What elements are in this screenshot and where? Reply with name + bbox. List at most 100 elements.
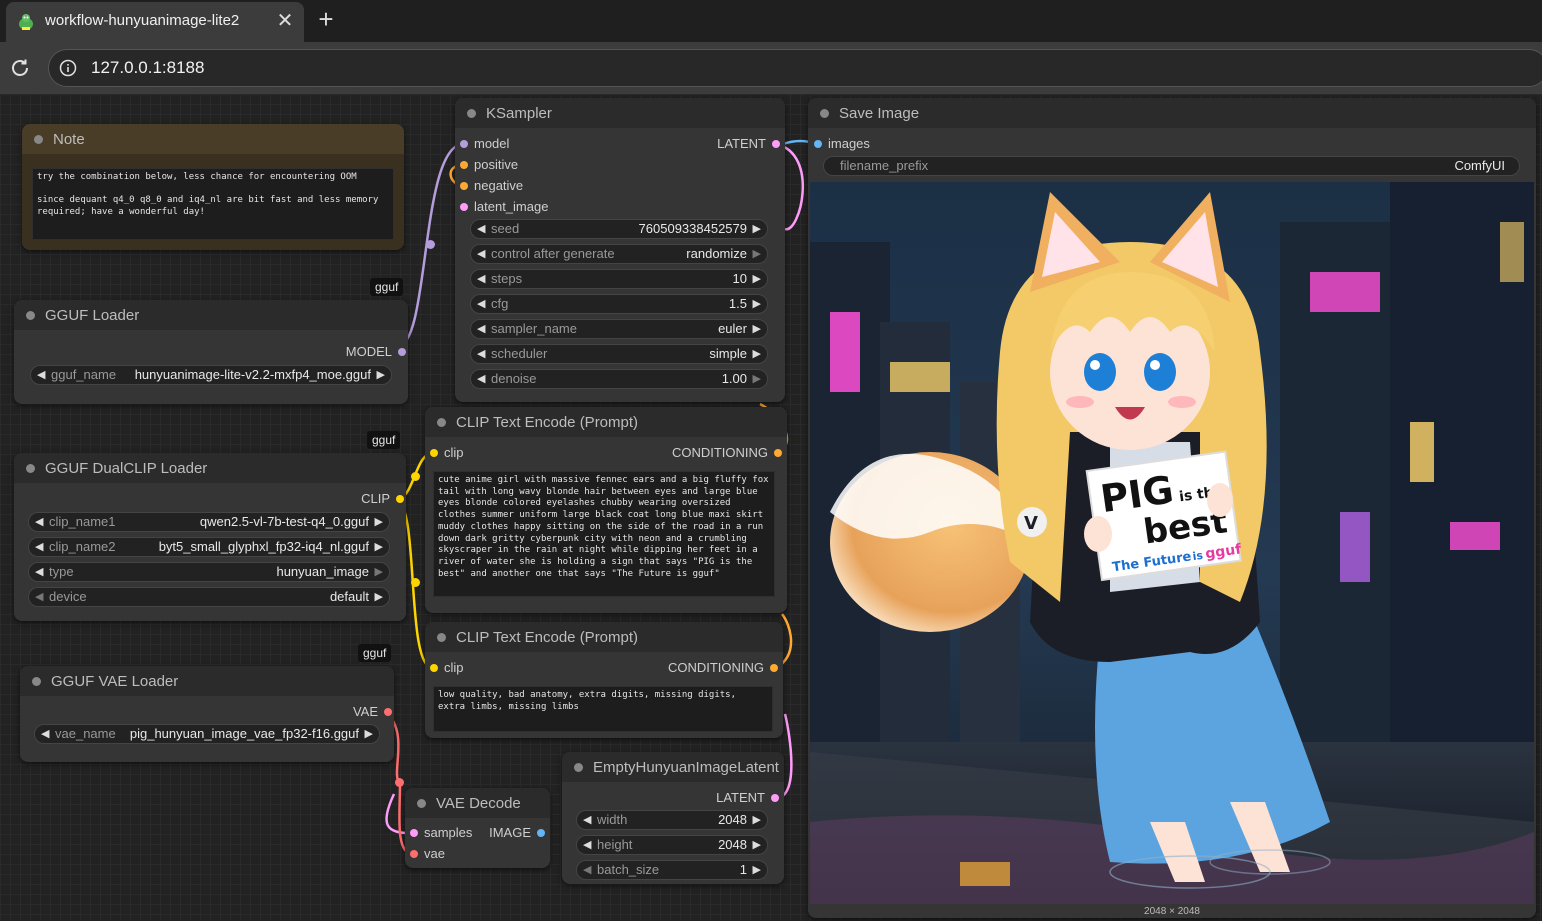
collapse-dot-icon[interactable] [437,418,446,427]
vae-decode-node[interactable]: VAE Decode samples vae IMAGE [405,788,550,868]
arrow-right-icon[interactable]: ▶ [375,513,383,531]
output-image[interactable]: IMAGE [489,825,545,841]
arrow-left-icon[interactable]: ◀ [35,563,43,581]
arrow-left-icon[interactable]: ◀ [41,725,49,743]
slot-dot-icon[interactable] [398,348,406,356]
clip-text-encode-negative-node[interactable]: CLIP Text Encode (Prompt) clip CONDITION… [425,622,783,738]
slot-dot-icon[interactable] [410,829,418,837]
save-image-node[interactable]: Save Image images filename_prefix ComfyU… [808,98,1536,918]
node-title-bar[interactable]: CLIP Text Encode (Prompt) [425,407,787,437]
node-title-bar[interactable]: GGUF DualCLIP Loader [14,453,406,483]
input-negative[interactable]: negative [460,178,523,194]
new-tab-button[interactable]: + [312,6,340,34]
reroute-vae-dot[interactable] [395,778,404,787]
reload-icon[interactable] [6,54,34,82]
slot-dot-icon[interactable] [384,708,392,716]
collapse-dot-icon[interactable] [34,135,43,144]
collapse-dot-icon[interactable] [26,464,35,473]
output-vae[interactable]: VAE [353,704,392,720]
number-steps[interactable]: ◀ steps 10 ▶ [470,269,768,289]
note-node[interactable]: Note try the combination below, less cha… [22,124,404,250]
site-info-icon[interactable] [59,59,77,77]
arrow-left-icon[interactable]: ◀ [35,588,43,606]
arrow-left-icon[interactable]: ◀ [477,295,485,313]
slot-dot-icon[interactable] [410,850,418,858]
slot-dot-icon[interactable] [460,140,468,148]
collapse-dot-icon[interactable] [820,109,829,118]
combo-sampler-name[interactable]: ◀ sampler_name euler ▶ [470,319,768,339]
arrow-left-icon[interactable]: ◀ [477,220,485,238]
node-title-bar[interactable]: Save Image [808,98,1536,128]
slot-dot-icon[interactable] [814,140,822,148]
arrow-left-icon[interactable]: ◀ [583,811,591,829]
combo-clip-name1[interactable]: ◀ clip_name1 qwen2.5-vl-7b-test-q4_0.ggu… [28,512,390,532]
number-height[interactable]: ◀ height 2048 ▶ [576,835,768,855]
generated-image-preview[interactable]: PIG is the best The Future is gguf V [810,182,1534,904]
output-model[interactable]: MODEL [346,344,406,360]
arrow-left-icon[interactable]: ◀ [583,861,591,879]
arrow-right-icon[interactable]: ▶ [375,588,383,606]
combo-device[interactable]: ◀ device default ▶ [28,587,390,607]
slot-dot-icon[interactable] [460,182,468,190]
arrow-right-icon[interactable]: ▶ [753,320,761,338]
gguf-loader-node[interactable]: GGUF Loader MODEL ◀ gguf_name hunyuanima… [14,300,408,404]
input-latent-image[interactable]: latent_image [460,199,548,215]
combo-type[interactable]: ◀ type hunyuan_image ▶ [28,562,390,582]
collapse-dot-icon[interactable] [574,763,583,772]
input-samples[interactable]: samples [410,825,472,841]
graph-canvas[interactable]: Note try the combination below, less cha… [0,94,1542,921]
collapse-dot-icon[interactable] [26,311,35,320]
input-clip[interactable]: clip [430,660,464,676]
slot-dot-icon[interactable] [770,664,778,672]
number-denoise[interactable]: ◀ denoise 1.00 ▶ [470,369,768,389]
node-title-bar[interactable]: GGUF VAE Loader [20,666,394,696]
arrow-right-icon[interactable]: ▶ [753,811,761,829]
note-title-bar[interactable]: Note [22,124,404,154]
arrow-left-icon[interactable]: ◀ [35,513,43,531]
arrow-left-icon[interactable]: ◀ [477,345,485,363]
collapse-dot-icon[interactable] [417,799,426,808]
arrow-right-icon[interactable]: ▶ [375,538,383,556]
arrow-right-icon[interactable]: ▶ [753,295,761,313]
arrow-left-icon[interactable]: ◀ [477,270,485,288]
collapse-dot-icon[interactable] [32,677,41,686]
number-batch-size[interactable]: ◀ batch_size 1 ▶ [576,860,768,880]
node-title-bar[interactable]: GGUF Loader [14,300,408,330]
clip-text-encode-positive-node[interactable]: CLIP Text Encode (Prompt) clip CONDITION… [425,407,787,613]
arrow-right-icon[interactable]: ▶ [753,836,761,854]
number-width[interactable]: ◀ width 2048 ▶ [576,810,768,830]
reroute-clip-dot-2[interactable] [411,578,420,587]
address-bar[interactable]: 127.0.0.1:8188 [48,49,1542,87]
combo-scheduler[interactable]: ◀ scheduler simple ▶ [470,344,768,364]
number-cfg[interactable]: ◀ cfg 1.5 ▶ [470,294,768,314]
input-vae[interactable]: vae [410,846,445,862]
node-title-bar[interactable]: KSampler [455,98,785,128]
arrow-left-icon[interactable]: ◀ [477,245,485,263]
text-filename-prefix[interactable]: filename_prefix ComfyUI [823,156,1520,176]
slot-dot-icon[interactable] [430,664,438,672]
arrow-right-icon[interactable]: ▶ [753,345,761,363]
arrow-right-icon[interactable]: ▶ [753,245,761,263]
slot-dot-icon[interactable] [771,794,779,802]
arrow-left-icon[interactable]: ◀ [477,320,485,338]
slot-dot-icon[interactable] [396,495,404,503]
arrow-right-icon[interactable]: ▶ [753,270,761,288]
gguf-vae-loader-node[interactable]: GGUF VAE Loader VAE ◀ vae_name pig_hunyu… [20,666,394,762]
number-seed[interactable]: ◀ seed 760509338452579 ▶ [470,219,768,239]
reroute-clip-dot-1[interactable] [411,472,420,481]
arrow-left-icon[interactable]: ◀ [477,370,485,388]
prompt-textarea[interactable]: low quality, bad anatomy, extra digits, … [433,686,773,732]
combo-clip-name2[interactable]: ◀ clip_name2 byt5_small_glyphxl_fp32-iq4… [28,537,390,557]
slot-dot-icon[interactable] [772,140,780,148]
input-clip[interactable]: clip [430,445,464,461]
slot-dot-icon[interactable] [460,203,468,211]
collapse-dot-icon[interactable] [467,109,476,118]
slot-dot-icon[interactable] [430,449,438,457]
note-text[interactable]: try the combination below, less chance f… [32,168,394,240]
output-conditioning[interactable]: CONDITIONING [668,660,778,676]
input-model[interactable]: model [460,136,509,152]
arrow-left-icon[interactable]: ◀ [35,538,43,556]
output-latent[interactable]: LATENT [717,136,780,152]
gguf-dualclip-loader-node[interactable]: GGUF DualCLIP Loader CLIP ◀ clip_name1 q… [14,453,406,621]
output-clip[interactable]: CLIP [361,491,404,507]
